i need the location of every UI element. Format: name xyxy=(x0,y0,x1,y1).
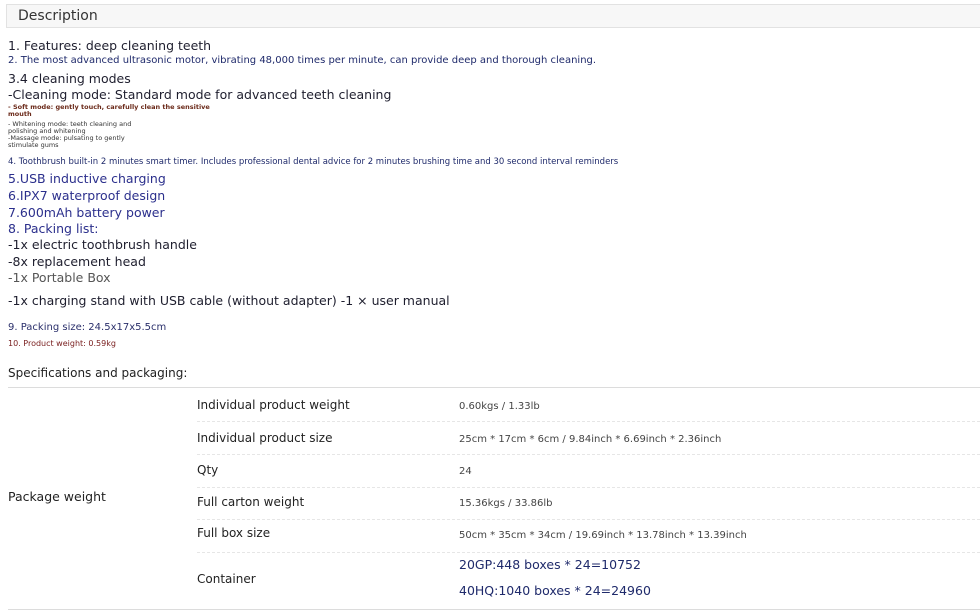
desc-line-heads: -8x replacement head xyxy=(8,254,146,269)
desc-line-product-weight: 10. Product weight: 0.59kg xyxy=(8,339,116,348)
table-row: Qty 24 xyxy=(197,455,980,488)
spec-key: Qty xyxy=(197,463,219,477)
spec-key: Individual product size xyxy=(197,431,333,445)
desc-line-handle: -1x electric toothbrush handle xyxy=(8,237,197,252)
desc-line-massage-mode-cont: stimulate gums xyxy=(8,141,59,149)
desc-line-usb: 5.USB inductive charging xyxy=(8,171,166,186)
spec-value-secondary: 40HQ:1040 boxes * 24=24960 xyxy=(459,583,651,598)
table-row: Full carton weight 15.36kgs / 33.86lb xyxy=(197,488,980,520)
spec-key: Container xyxy=(197,572,256,586)
desc-line-features: 1. Features: deep cleaning teeth xyxy=(8,38,212,53)
specs-table: Package weight Individual product weight… xyxy=(8,387,980,610)
table-row: Full box size 50cm * 35cm * 34cm / 19.69… xyxy=(197,520,980,553)
spec-key: Individual product weight xyxy=(197,398,350,412)
desc-line-cleaning-mode: -Cleaning mode: Standard mode for advanc… xyxy=(8,87,392,102)
desc-line-timer: 4. Toothbrush built-in 2 minutes smart t… xyxy=(8,157,619,167)
desc-line-soft-mode-cont: mouth xyxy=(8,110,32,118)
desc-line-packing-size: 9. Packing size: 24.5x17x5.5cm xyxy=(8,322,167,333)
table-row: Individual product weight 0.60kgs / 1.33… xyxy=(197,388,980,422)
table-row: Container 20GP:448 boxes * 24=10752 40HQ… xyxy=(197,553,980,610)
desc-line-battery: 7.600mAh battery power xyxy=(8,205,165,220)
spec-value: 15.36kgs / 33.86lb xyxy=(459,498,553,509)
spec-value: 25cm * 17cm * 6cm / 9.84inch * 6.69inch … xyxy=(459,434,722,445)
table-row: Individual product size 25cm * 17cm * 6c… xyxy=(197,422,980,455)
spec-value: 24 xyxy=(459,466,472,477)
desc-line-motor: 2. The most advanced ultrasonic motor, v… xyxy=(8,55,597,66)
desc-line-box: -1x Portable Box xyxy=(8,270,111,285)
description-tab-bar: Description xyxy=(6,4,980,28)
desc-line-modes: 3.4 cleaning modes xyxy=(8,71,131,86)
spec-value: 0.60kgs / 1.33lb xyxy=(459,401,540,412)
spec-key: Full carton weight xyxy=(197,495,305,509)
spec-value: 20GP:448 boxes * 24=10752 xyxy=(459,557,641,572)
package-weight-label: Package weight xyxy=(8,489,106,504)
specs-title: Specifications and packaging: xyxy=(8,366,188,380)
description-tab[interactable]: Description xyxy=(18,8,98,24)
desc-line-packing-list: 8. Packing list: xyxy=(8,221,99,236)
spec-value: 50cm * 35cm * 34cm / 19.69inch * 13.78in… xyxy=(459,530,747,541)
spec-key: Full box size xyxy=(197,526,271,540)
desc-line-stand: -1x charging stand with USB cable (witho… xyxy=(8,293,450,308)
desc-line-soft-mode: - Soft mode: gently touch, carefully cle… xyxy=(8,103,210,111)
desc-line-ipx7: 6.IPX7 waterproof design xyxy=(8,188,166,203)
